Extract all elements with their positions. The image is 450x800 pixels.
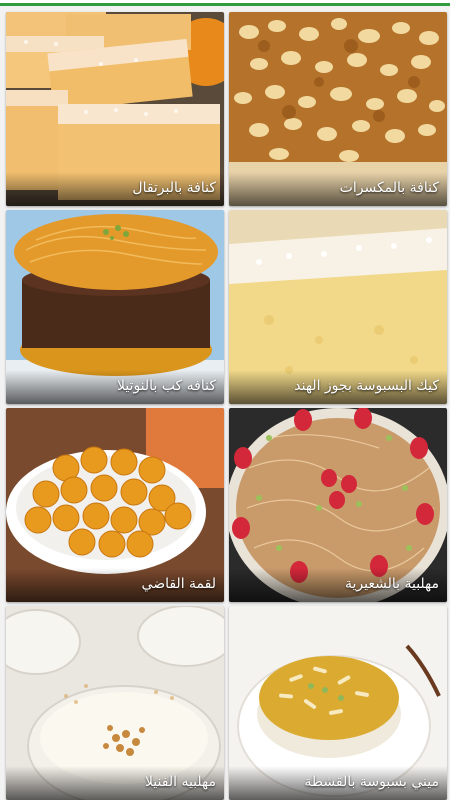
recipe-title: مهلبيه الفنيلا <box>144 774 216 790</box>
recipe-card-basbousa-coconut[interactable]: كيك البسبوسة بجوز الهند <box>229 210 447 404</box>
recipe-title: كنافة بالبرتقال <box>132 180 216 196</box>
recipe-title: ميني بسبوسة بالقشطة <box>304 774 439 790</box>
recipe-card-kunafa-nutella[interactable]: كنافه كب بالنوتيلا <box>6 210 224 404</box>
recipe-title: كنافة بالمكسرات <box>339 180 439 196</box>
recipe-card-kunafa-nuts[interactable]: كنافة بالمكسرات <box>229 12 447 206</box>
recipe-card-mini-basbousa[interactable]: ميني بسبوسة بالقشطة <box>229 606 447 800</box>
recipe-card-luqmat-alqadi[interactable]: لقمة القاضي <box>6 408 224 602</box>
recipe-title: كيك البسبوسة بجوز الهند <box>294 378 439 394</box>
recipe-card-muhallabia-vermicelli[interactable]: مهلبية بالشعيرية <box>229 408 447 602</box>
top-status-bar <box>0 0 450 6</box>
recipe-title: كنافه كب بالنوتيلا <box>116 378 216 394</box>
recipe-grid: كنافة بالمكسرات كنافة بالبرتقال كيك البس… <box>0 8 450 800</box>
recipe-card-vanilla-muhallabia[interactable]: مهلبيه الفنيلا <box>6 606 224 800</box>
accent-line <box>0 3 450 6</box>
recipe-card-kunafa-orange[interactable]: كنافة بالبرتقال <box>6 12 224 206</box>
recipe-title: مهلبية بالشعيرية <box>344 576 439 592</box>
recipe-title: لقمة القاضي <box>141 576 216 592</box>
